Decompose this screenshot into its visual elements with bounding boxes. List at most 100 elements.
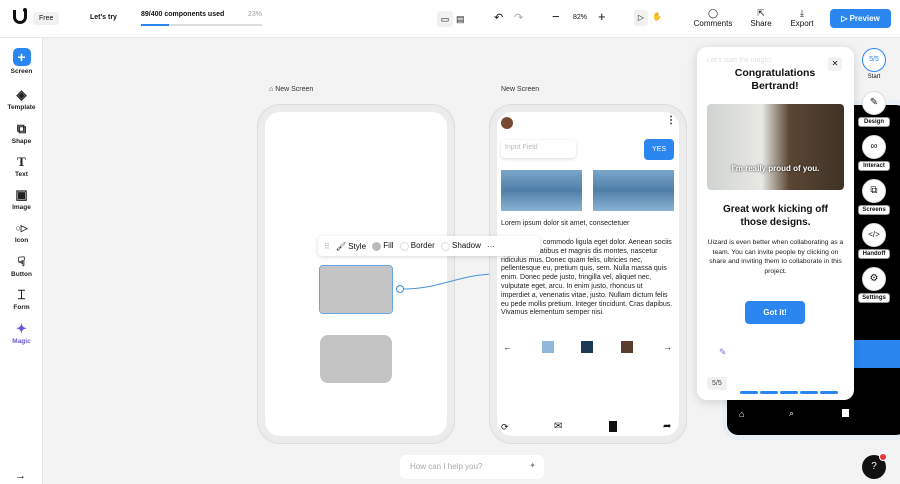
download-icon: ⤓ bbox=[800, 8, 804, 18]
sidebar-item-form[interactable]: ⌶ Form bbox=[0, 288, 43, 312]
text-icon: T bbox=[17, 154, 26, 169]
play-icon: ▷ bbox=[841, 14, 850, 23]
rail-label-start: Start bbox=[867, 74, 881, 80]
forward-icon[interactable]: ➦ bbox=[663, 421, 671, 432]
icon-grid-icon: ○▷ bbox=[15, 223, 28, 233]
sidebar-item-text[interactable]: T Text bbox=[0, 154, 43, 179]
input-placeholder: Input Field bbox=[505, 144, 538, 151]
carousel-prev-icon[interactable]: ← bbox=[503, 342, 512, 352]
border-icon bbox=[399, 241, 409, 251]
sidebar-item-magic[interactable]: ✦ Magic bbox=[0, 321, 43, 346]
desktop-view-icon[interactable]: ▭ bbox=[437, 11, 453, 27]
screen2-label[interactable]: New Screen bbox=[501, 86, 539, 93]
drag-handle-icon[interactable]: ⠿ bbox=[324, 242, 330, 251]
screens-icon: ⧉ bbox=[870, 185, 878, 196]
hand-icon[interactable]: ✋ bbox=[652, 12, 662, 21]
yes-button[interactable]: YES bbox=[644, 139, 674, 160]
gif-caption: I'm really proud of you. bbox=[731, 164, 820, 173]
zoom-out-button[interactable]: − bbox=[552, 9, 560, 24]
comment-icon: ◯ bbox=[707, 8, 719, 18]
help-label: ? bbox=[871, 461, 877, 472]
carousel-thumb[interactable] bbox=[581, 341, 593, 353]
rounded-rectangle[interactable] bbox=[320, 335, 392, 383]
rail-screens-button[interactable]: ⧉ bbox=[862, 179, 886, 203]
share-label: Share bbox=[750, 19, 772, 28]
share-icon: ⇱ bbox=[757, 8, 765, 18]
link-icon: ∞ bbox=[870, 141, 878, 152]
sidebar-item-button[interactable]: ☟ Button bbox=[0, 254, 43, 279]
mail-icon[interactable]: ✉ bbox=[554, 421, 562, 432]
mobile-view-icon[interactable]: ▤ bbox=[456, 11, 468, 27]
sidebar-item-image[interactable]: ▣ Image bbox=[0, 187, 43, 212]
rail-interact-button[interactable]: ∞ bbox=[862, 135, 886, 159]
progress-segment bbox=[820, 391, 838, 394]
button-icon: ☟ bbox=[17, 254, 26, 269]
export-button[interactable]: ⤓ Export bbox=[786, 8, 818, 28]
rail-settings-button[interactable]: ⚙ bbox=[862, 267, 886, 291]
sidebar-item-label: Magic bbox=[12, 338, 31, 345]
lets-try-button[interactable]: Let's try bbox=[90, 14, 117, 21]
logo-icon[interactable] bbox=[13, 10, 27, 24]
bag-icon[interactable] bbox=[842, 409, 849, 417]
ai-placeholder: How can I help you? bbox=[410, 462, 483, 471]
refresh-icon[interactable]: ⟳ bbox=[501, 422, 509, 433]
fill-button[interactable]: Fill bbox=[372, 241, 394, 251]
fill-swatch-icon bbox=[372, 241, 382, 251]
got-it-button[interactable]: Got it! bbox=[745, 301, 805, 324]
border-button[interactable]: Border bbox=[399, 241, 435, 251]
progress-segment bbox=[780, 391, 798, 394]
carousel-thumb[interactable] bbox=[621, 341, 633, 353]
image-icon: ▣ bbox=[15, 187, 28, 202]
carousel-thumb[interactable] bbox=[542, 341, 554, 353]
screen1-label[interactable]: ⌂ New Screen bbox=[269, 86, 313, 93]
shadow-button[interactable]: Shadow bbox=[440, 241, 481, 251]
rail-handoff-button[interactable]: </> bbox=[862, 223, 886, 247]
sidebar: + Screen ◈ Template ⧉ Shape T Text ▣ Image ○▷… bbox=[0, 38, 43, 484]
usage-progress-fill bbox=[141, 24, 169, 26]
rail-label-screens: Screens bbox=[858, 205, 890, 215]
rail-design-button[interactable]: ✎ bbox=[862, 91, 886, 115]
seal-image-1 bbox=[501, 170, 582, 211]
undo-icon[interactable]: ↶ bbox=[494, 11, 503, 24]
zoom-in-button[interactable]: + bbox=[598, 9, 606, 24]
preview-button[interactable]: ▷ Preview bbox=[830, 9, 891, 28]
avatar bbox=[501, 117, 513, 129]
usage-percent: 23% bbox=[248, 11, 263, 18]
more-options-icon[interactable]: ··· bbox=[487, 242, 495, 251]
redo-icon[interactable]: ↷ bbox=[514, 11, 523, 24]
bookmark-icon[interactable] bbox=[609, 421, 617, 432]
zoom-level[interactable]: 82% bbox=[573, 14, 587, 21]
home-icon[interactable]: ⌂ bbox=[739, 409, 744, 419]
comments-button[interactable]: ◯ Comments bbox=[693, 8, 733, 28]
sidebar-item-screen[interactable]: + Screen bbox=[0, 48, 43, 75]
more-icon[interactable]: ⋮ bbox=[666, 115, 676, 126]
plan-badge[interactable]: Free bbox=[33, 12, 60, 25]
share-button[interactable]: ⇱ Share bbox=[745, 8, 777, 28]
tutorial-panel: Let's start the magic! ✕ Congratulations… bbox=[697, 47, 854, 400]
sidebar-item-label: Image bbox=[12, 204, 31, 211]
input-field[interactable]: Input Field bbox=[501, 140, 576, 158]
selected-rectangle[interactable] bbox=[319, 265, 393, 314]
sparkle-icon: ✦ bbox=[529, 461, 536, 470]
shape-icon: ⧉ bbox=[16, 121, 27, 136]
search-icon[interactable]: ⌕ bbox=[789, 408, 794, 419]
sidebar-item-label: Screen bbox=[10, 68, 33, 75]
preview-label: Preview bbox=[849, 14, 880, 23]
step-counter: 5/5 bbox=[707, 377, 727, 390]
play-icon[interactable]: ▷ bbox=[634, 10, 648, 26]
sidebar-item-label: Form bbox=[13, 304, 30, 311]
close-button[interactable]: ✕ bbox=[828, 57, 842, 71]
style-button[interactable]: 🖌 Style bbox=[336, 242, 366, 251]
sidebar-item-icon[interactable]: ○▷ Icon bbox=[0, 221, 43, 244]
carousel-next-icon[interactable]: → bbox=[663, 342, 672, 352]
rail-step-counter[interactable]: 5/5 bbox=[862, 48, 886, 72]
sparkle-icon: ✦ bbox=[16, 321, 27, 336]
sidebar-item-shape[interactable]: ⧉ Shape bbox=[0, 121, 43, 146]
ai-prompt-input[interactable]: How can I help you? ✦ bbox=[400, 455, 544, 479]
tutorial-body: Uizard is even better when collaborating… bbox=[707, 239, 844, 275]
sidebar-item-template[interactable]: ◈ Template bbox=[0, 87, 43, 112]
layers-icon: ◈ bbox=[16, 87, 27, 102]
plus-icon: + bbox=[12, 48, 31, 66]
export-label: Export bbox=[790, 19, 814, 28]
expand-sidebar-icon[interactable]: → bbox=[15, 470, 26, 482]
